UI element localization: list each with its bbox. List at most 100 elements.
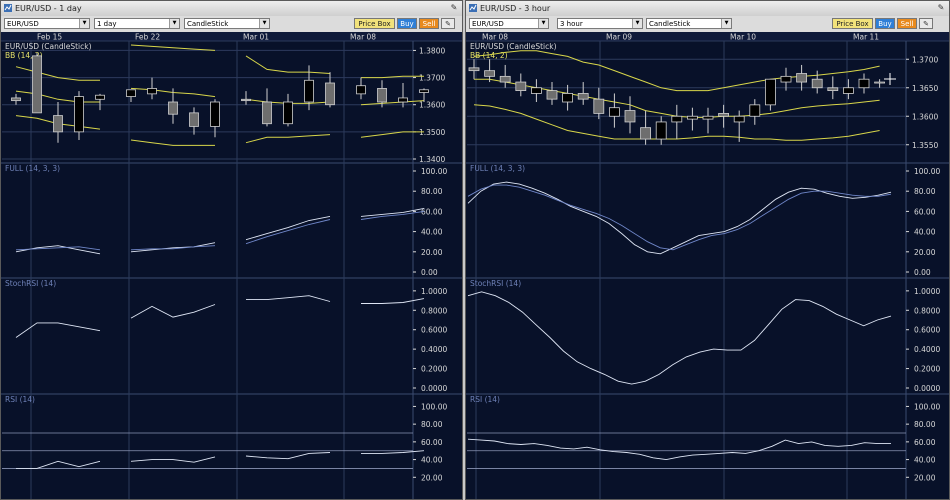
date-axis-bar [1,32,462,41]
full-stochastic-tick-label: 40.00 [421,228,443,237]
stoch-rsi-line [130,304,216,319]
candle-down [593,98,605,114]
full-stochastic-tick-label: 60.00 [421,207,443,216]
right-sell-button[interactable]: Sell [897,18,917,29]
candle-up [147,88,157,95]
full-stochastic-line [15,245,101,255]
date-tick-label: Feb 22 [135,33,160,42]
candle-up [283,101,293,125]
candle-up [126,89,136,97]
left-chart-canvas[interactable]: Feb 15 Feb 22 Mar 01 Mar 08 1.3800 1.3700 1.36… [1,32,462,500]
price-tick-label: 1.3800 [419,46,445,55]
rsi-tick-label: 80.00 [914,420,936,429]
left-toolbar: EUR/USD ▼ 1 day ▼ CandleStick ▼ Price Box B… [1,16,462,33]
rsi-tick-label: 100.00 [914,402,940,411]
full-stochastic-panel-label: FULL (14, 3, 3) [470,164,525,173]
candle-down [53,115,63,133]
rsi-line [467,438,891,461]
full-stochastic-tick-label: 0.00 [914,268,931,277]
rsi-tick-label: 80.00 [421,420,443,429]
stoch-rsi-line [361,298,425,304]
stoch-rsi-tick-label: 0.4000 [914,345,940,354]
candle-down [484,70,496,77]
left-window-titlebar[interactable]: EUR/USD - 1 day ✎ [1,1,462,17]
date-tick-label: Mar 08 [482,33,508,42]
left-chart-style-select[interactable]: CandleStick ▼ [184,18,270,29]
full-stochastic-line [245,219,331,245]
chevron-down-icon: ▼ [79,19,89,28]
left-interval-select[interactable]: 1 day ▼ [94,18,180,29]
candle-down [262,101,272,125]
candle-down [468,67,480,72]
candle-up [398,97,408,103]
left-chart-area[interactable]: Feb 15 Feb 22 Mar 01 Mar 08 1.3800 1.3700 1.36… [1,32,462,500]
candle-up [608,107,620,117]
date-tick-label: Mar 10 [730,33,756,42]
stoch-rsi-tick-label: 0.8000 [914,306,940,315]
right-chart-style-select[interactable]: CandleStick ▼ [646,18,732,29]
stoch-rsi-panel-label: StochRSI (14) [5,279,56,288]
date-tick-label: Mar 11 [853,33,879,42]
rsi-tick-label: 100.00 [421,402,447,411]
edit-icon[interactable]: ✎ [919,18,933,29]
full-stochastic-tick-label: 60.00 [914,207,936,216]
candle-down [168,101,178,115]
chevron-down-icon: ▼ [632,19,642,28]
stoch-rsi-tick-label: 1.0000 [914,287,940,296]
candle-down [241,98,251,102]
right-toolbar: EUR/USD ▼ 3 hour ▼ CandleStick ▼ Price Box … [466,16,949,33]
candle-down [377,88,387,103]
bollinger-bands-label: BB (14, 2) [470,51,508,60]
stoch-rsi-tick-label: 0.0000 [421,384,447,393]
full-stochastic-line [245,215,331,241]
left-sell-button[interactable]: Sell [419,18,439,29]
price-panel-label: EUR/USD (CandleStick) [5,42,92,51]
stoch-rsi-tick-label: 0.2000 [914,365,940,374]
full-stochastic-tick-label: 80.00 [421,187,443,196]
app-icon [469,4,477,12]
candle-up [842,87,854,94]
right-interval-select[interactable]: 3 hour ▼ [557,18,643,29]
candle-down [325,82,335,106]
stoch-rsi-line [246,295,331,302]
right-chart-canvas[interactable]: Mar 08 Mar 09 Mar 10 Mar 11 1.3700 1.3650 1.36… [466,32,949,500]
pin-icon[interactable]: ✎ [449,3,459,13]
candle-down [515,81,527,91]
bollinger-middle-line [360,100,425,106]
price-tick-label: 1.3650 [912,84,938,93]
pin-icon[interactable]: ✎ [936,3,946,13]
rsi-panel-label: RSI (14) [5,395,35,404]
candle-down [32,55,42,114]
full-stochastic-tick-label: 0.00 [421,268,438,277]
right-chart-area[interactable]: Mar 08 Mar 09 Mar 10 Mar 11 1.3700 1.3650 1.36… [466,32,949,500]
rsi-panel-label: RSI (14) [470,395,500,404]
right-window-title: EUR/USD - 3 hour [480,4,551,13]
edit-icon[interactable]: ✎ [441,18,455,29]
candle-up [304,79,314,103]
right-window-titlebar[interactable]: EUR/USD - 3 hour ✎ [466,1,949,17]
candle-up [655,121,667,140]
left-symbol-select[interactable]: EUR/USD ▼ [4,18,90,29]
right-symbol-select[interactable]: EUR/USD ▼ [469,18,549,29]
right-buy-button[interactable]: Buy [875,18,895,29]
rsi-tick-label: 40.00 [914,456,936,465]
full-stochastic-line [467,184,892,251]
full-stochastic-tick-label: 40.00 [914,228,936,237]
bollinger-upper-line [15,66,100,81]
right-price-box-button[interactable]: Price Box [832,18,873,29]
left-buy-button[interactable]: Buy [397,18,417,29]
rsi-tick-label: 20.00 [421,473,443,482]
app-icon [4,4,12,12]
candle-up [686,115,698,120]
bollinger-lower-line [130,139,215,146]
full-stochastic-line [130,242,216,253]
candle-down [718,113,730,117]
full-stochastic-tick-label: 100.00 [421,167,447,176]
stoch-rsi-tick-label: 0.6000 [914,326,940,335]
rsi-tick-label: 60.00 [421,438,443,447]
date-tick-label: Mar 08 [350,33,376,42]
rsi-line [16,460,101,469]
stoch-rsi-panel-label: StochRSI (14) [470,279,521,288]
candle-up [733,115,745,123]
left-price-box-button[interactable]: Price Box [354,18,395,29]
